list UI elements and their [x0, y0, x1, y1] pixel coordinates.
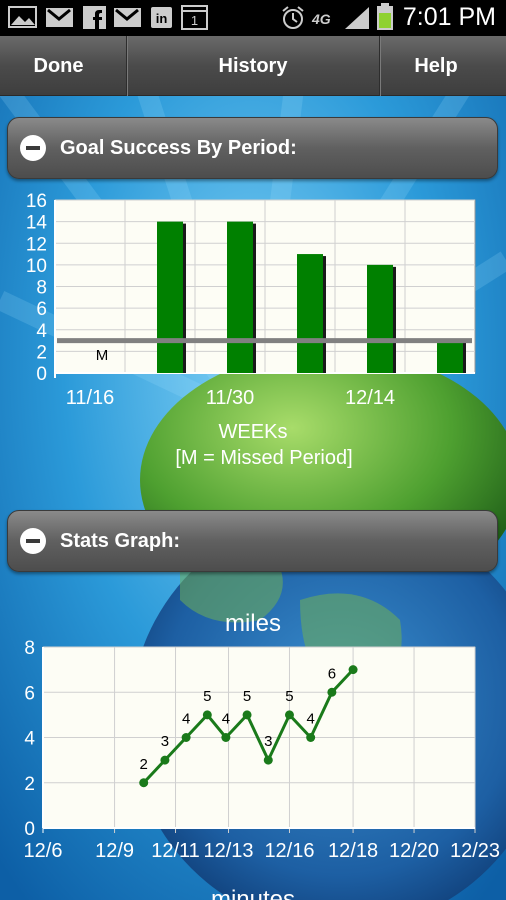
data-label: 4 [307, 711, 315, 728]
x-tick-label: 11/16 [66, 387, 115, 409]
gallery-icon [8, 6, 37, 28]
data-label: 3 [161, 733, 169, 750]
alarm-icon [282, 6, 304, 29]
data-point [160, 755, 170, 765]
y-tick-label: 2 [24, 774, 35, 795]
y-tick-label: 8 [24, 640, 35, 659]
x-tick-label: 12/14 [345, 387, 395, 409]
y-tick-label: 12 [26, 234, 47, 255]
status-time: 7:01 PM [402, 3, 496, 31]
y-tick-label: 6 [24, 683, 35, 704]
calendar-icon: 1 [181, 5, 208, 30]
bar [157, 221, 183, 373]
done-button[interactable]: Done [0, 36, 117, 96]
data-label: 5 [285, 688, 293, 705]
x-tick-label: 12/18 [328, 840, 378, 862]
x-tick-label: 12/9 [95, 840, 134, 862]
y-tick-label: 14 [26, 213, 48, 234]
x-tick-label: 12/16 [264, 840, 314, 862]
data-label: 5 [203, 688, 211, 705]
data-point [139, 778, 149, 788]
line-chart-title: miles [224, 610, 281, 637]
data-point [181, 733, 191, 742]
data-label: 3 [264, 733, 272, 750]
x-tick-label: 12/11 [151, 840, 200, 862]
next-chart-title: minutes [210, 886, 296, 900]
data-point [202, 710, 212, 720]
y-tick-label: 4 [24, 729, 35, 750]
y-tick-label: 4 [36, 321, 47, 342]
top-toolbar: Done History Help [0, 36, 506, 96]
facebook-icon [83, 6, 106, 29]
bar-chart-x-axis-label: WEEKs [218, 421, 288, 443]
x-tick-label: 12/23 [450, 840, 500, 862]
data-point [348, 665, 358, 675]
section-title: Goal Success By Period: [60, 136, 297, 159]
y-tick-label: 2 [36, 342, 47, 363]
x-tick-label: 11/30 [206, 387, 255, 409]
section-title: Stats Graph: [60, 529, 181, 552]
data-label: 4 [182, 711, 190, 728]
bar [437, 340, 463, 373]
missed-period-marker: M [96, 347, 109, 364]
linkedin-icon: in [151, 7, 172, 28]
data-label: 6 [328, 665, 336, 682]
y-tick-label: 6 [36, 299, 47, 320]
x-tick-label: 12/6 [24, 840, 63, 862]
svg-text:1: 1 [191, 13, 198, 28]
data-point [221, 733, 231, 742]
y-tick-label: 8 [36, 278, 47, 299]
help-button[interactable]: Help [380, 36, 492, 96]
network-type-label: 4G [312, 11, 331, 27]
data-point [263, 755, 273, 765]
data-point [242, 710, 252, 720]
data-label: 2 [140, 756, 148, 773]
y-tick-label: 16 [26, 191, 47, 212]
stats-graph-section-header[interactable]: Stats Graph: [7, 510, 498, 572]
collapse-minus-icon[interactable] [20, 528, 46, 554]
data-point [306, 733, 316, 742]
miles-line-chart: 0 2 4 6 8 12/6 12/9 12/11 12/13 12/16 12/18 12/20 12… [24, 640, 501, 862]
y-tick-label: 0 [24, 819, 35, 840]
bar [297, 254, 323, 373]
collapse-minus-icon[interactable] [20, 135, 46, 161]
history-button[interactable]: History [127, 36, 379, 96]
bar [227, 221, 253, 373]
y-tick-label: 0 [36, 364, 47, 385]
svg-text:in: in [156, 11, 168, 26]
data-label: 5 [243, 688, 251, 705]
bar [367, 264, 393, 373]
gmail-icon [46, 8, 73, 27]
goal-success-section-header[interactable]: Goal Success By Period: [7, 117, 498, 179]
gmail-icon [114, 8, 141, 27]
data-label: 4 [222, 711, 230, 728]
data-point [284, 710, 294, 720]
goal-success-bar-chart: 0246810121416 M 11/16 11/30 12/14 [26, 191, 476, 409]
status-bar: in 1 4G 7:01 PM [0, 0, 506, 36]
data-point [327, 687, 337, 697]
x-tick-label: 12/13 [203, 840, 253, 862]
signal-icon [345, 7, 369, 29]
battery-icon [377, 3, 393, 30]
y-tick-label: 10 [26, 256, 47, 277]
x-tick-label: 12/20 [389, 840, 439, 862]
missed-period-note: [M = Missed Period] [175, 447, 353, 469]
